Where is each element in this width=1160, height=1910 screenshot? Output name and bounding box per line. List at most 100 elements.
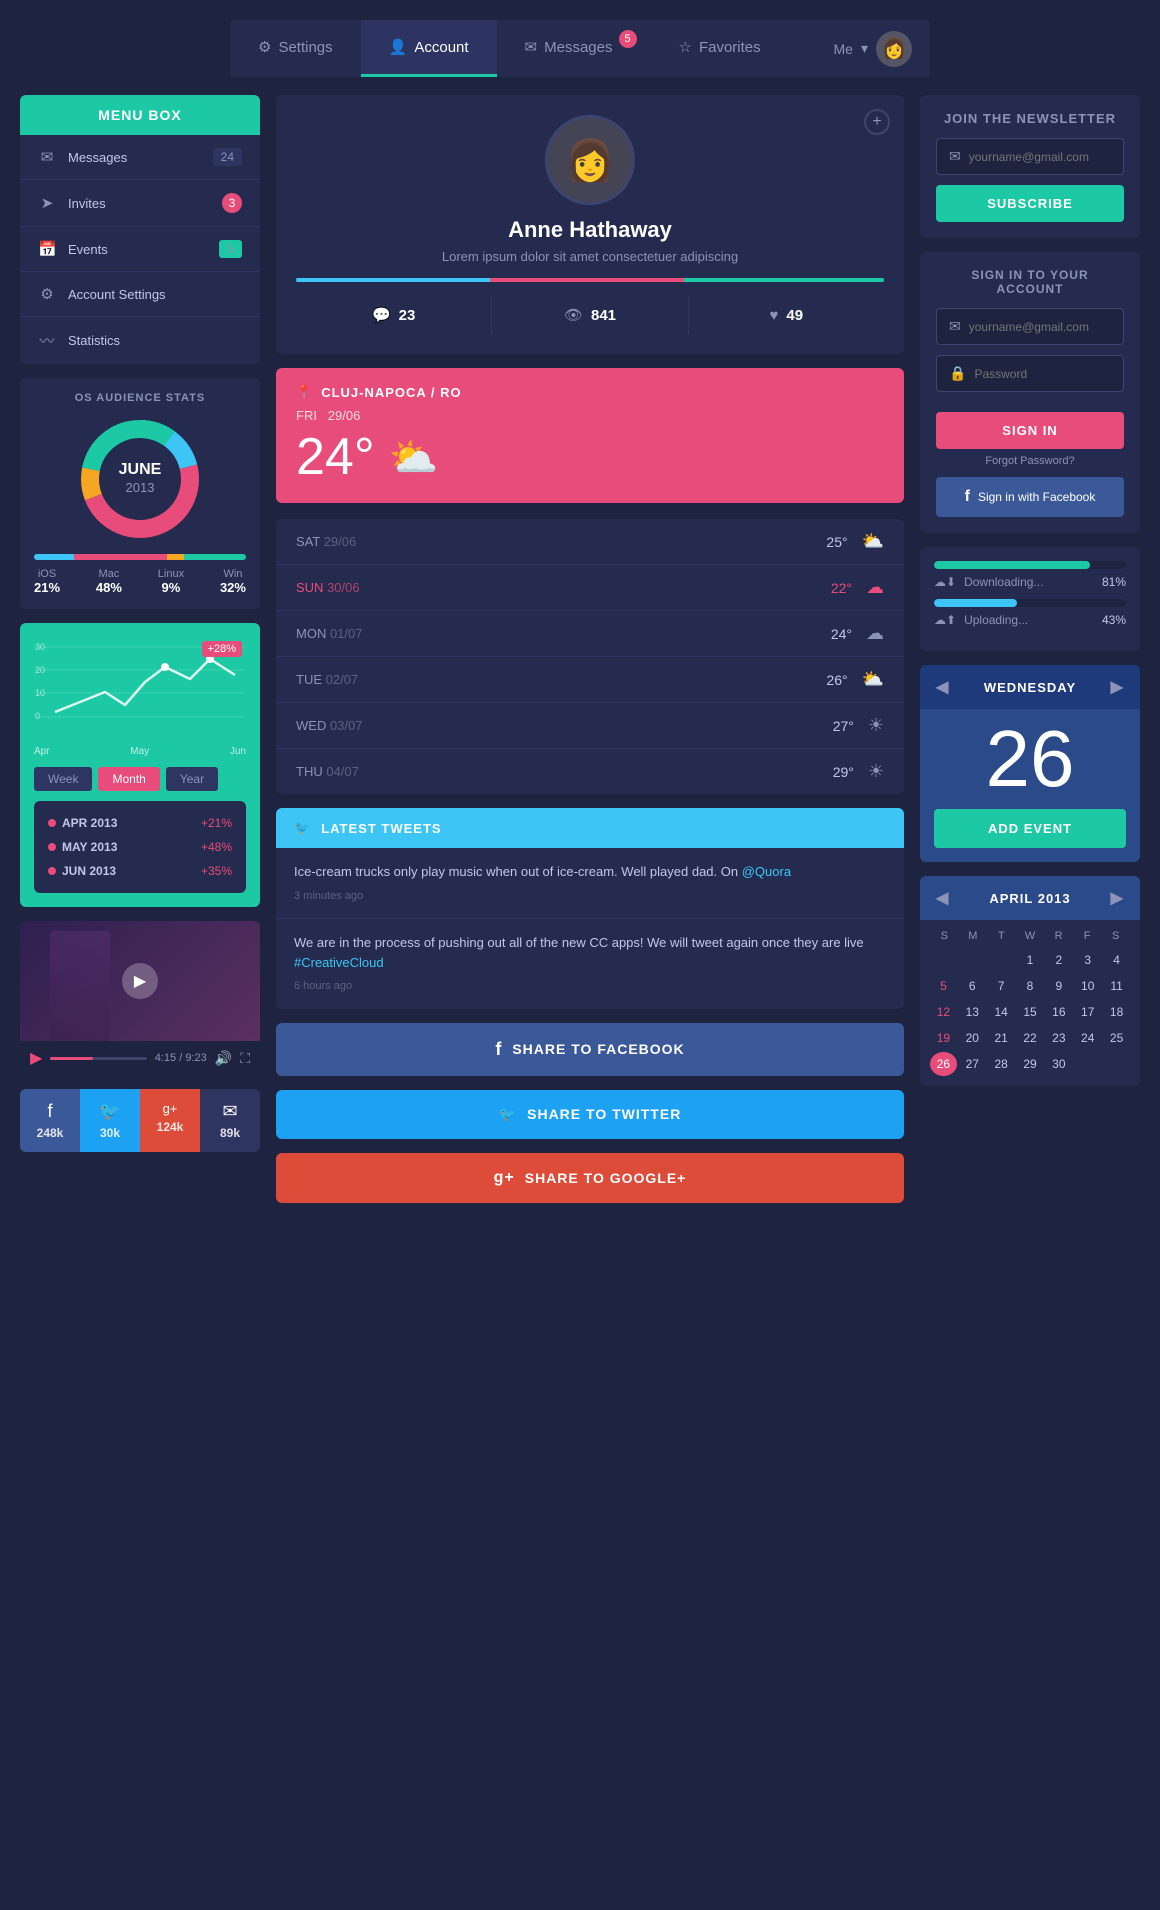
cal-day[interactable]: 16 bbox=[1045, 1000, 1072, 1024]
twitter-share-button[interactable]: 🐦 30k bbox=[80, 1089, 140, 1152]
cal-day[interactable]: 13 bbox=[959, 1000, 986, 1024]
cal-day-name: WEDNESDAY bbox=[984, 680, 1076, 695]
newsletter-title: JOIN THE NEWSLETTER bbox=[936, 111, 1124, 126]
newsletter-email-input[interactable] bbox=[969, 150, 1111, 164]
facebook-signin-label: Sign in with Facebook bbox=[978, 490, 1095, 504]
video-thumbnail: ▶ bbox=[20, 921, 260, 1041]
add-profile-button[interactable]: + bbox=[864, 109, 890, 135]
cal-day[interactable]: 22 bbox=[1017, 1026, 1044, 1050]
menu-item-account-settings[interactable]: ⚙ Account Settings bbox=[20, 272, 260, 317]
cal-day[interactable]: 27 bbox=[959, 1052, 986, 1076]
cal-day[interactable]: 17 bbox=[1074, 1000, 1101, 1024]
cal-day[interactable]: 12 bbox=[930, 1000, 957, 1024]
cal-day[interactable]: 7 bbox=[988, 974, 1015, 998]
add-event-button[interactable]: ADD EVENT bbox=[934, 809, 1126, 848]
tab-year[interactable]: Year bbox=[166, 767, 218, 791]
cal-day[interactable]: 9 bbox=[1045, 974, 1072, 998]
cal-day[interactable]: 30 bbox=[1045, 1052, 1072, 1076]
play-button[interactable]: ▶ bbox=[122, 963, 158, 999]
cal-day[interactable]: 19 bbox=[930, 1026, 957, 1050]
upload-label: Uploading... bbox=[964, 613, 1028, 627]
cal-day[interactable]: 20 bbox=[959, 1026, 986, 1050]
nav-messages-label: Messages bbox=[544, 39, 612, 56]
googleplus-share-button[interactable]: g+ 124k bbox=[140, 1089, 200, 1152]
cal-day[interactable]: 11 bbox=[1103, 974, 1130, 998]
cal-day[interactable]: 6 bbox=[959, 974, 986, 998]
tab-month[interactable]: Month bbox=[98, 767, 159, 791]
user-menu[interactable]: Me ▾ 👩 bbox=[816, 20, 930, 77]
menu-item-statistics[interactable]: 〰 Statistics bbox=[20, 317, 260, 364]
svg-text:JUNE: JUNE bbox=[119, 461, 162, 478]
cal-day[interactable]: 10 bbox=[1074, 974, 1101, 998]
cal-day[interactable]: 5 bbox=[930, 974, 957, 998]
download-info: ☁⬇ Downloading... 81% bbox=[934, 575, 1126, 589]
menu-item-invites[interactable]: ➤ Invites 3 bbox=[20, 180, 260, 227]
twitter-count: 30k bbox=[100, 1126, 120, 1140]
signin-email-field[interactable]: ✉ bbox=[936, 308, 1124, 345]
forgot-password-link[interactable]: Forgot Password? bbox=[936, 455, 1124, 467]
mini-cal-prev-button[interactable]: ◀ bbox=[936, 888, 949, 908]
tweet-time-2: 6 hours ago bbox=[294, 978, 886, 995]
nav-settings[interactable]: ⚙ Settings bbox=[230, 20, 361, 77]
newsletter-email-field[interactable]: ✉ bbox=[936, 138, 1124, 175]
menu-item-messages[interactable]: ✉ Messages 24 bbox=[20, 135, 260, 180]
weather-icon-sat: ⛅ bbox=[862, 531, 884, 552]
mac-bar bbox=[74, 554, 167, 560]
cal-day[interactable]: 21 bbox=[988, 1026, 1015, 1050]
subscribe-button[interactable]: SUBSCRIBE bbox=[936, 185, 1124, 222]
weather-forecast: SAT 29/06 25° ⛅ SUN 30/06 22° ☁ MON 01/0… bbox=[276, 519, 904, 794]
cal-day[interactable]: 24 bbox=[1074, 1026, 1101, 1050]
cal-day[interactable]: 8 bbox=[1017, 974, 1044, 998]
eye-icon: 👁 bbox=[564, 306, 583, 324]
cal-day[interactable]: 23 bbox=[1045, 1026, 1072, 1050]
volume-icon[interactable]: 🔊 bbox=[215, 1050, 232, 1067]
cal-day[interactable]: 3 bbox=[1074, 948, 1101, 972]
cal-day[interactable]: 29 bbox=[1017, 1052, 1044, 1076]
nav-account[interactable]: 👤 Account bbox=[361, 20, 497, 77]
share-twitter-button[interactable]: 🐦 SHARE TO TWITTER bbox=[276, 1090, 904, 1139]
signin-password-field[interactable]: 🔒 bbox=[936, 355, 1124, 392]
os-stats-widget: OS AUDIENCE STATS JUNE 2013 bbox=[20, 378, 260, 609]
cal-day[interactable]: 26 bbox=[930, 1052, 957, 1076]
video-time: 4:15 / 9:23 bbox=[155, 1052, 207, 1064]
cal-day[interactable]: 4 bbox=[1103, 948, 1130, 972]
stat-apr-value: +21% bbox=[201, 816, 232, 830]
cal-day[interactable]: 25 bbox=[1103, 1026, 1130, 1050]
nav-favorites[interactable]: ☆ Favorites bbox=[651, 20, 789, 77]
nav-messages[interactable]: ✉ Messages 5 bbox=[497, 20, 651, 77]
cal-day[interactable]: 15 bbox=[1017, 1000, 1044, 1024]
cal-day-prev-button[interactable]: ◀ bbox=[936, 677, 949, 697]
weather-icon-tue: ⛅ bbox=[862, 669, 884, 690]
win-name: Win bbox=[223, 568, 242, 580]
weather-row-mon: MON 01/07 24° ☁ bbox=[276, 611, 904, 657]
weather-temp-sun: 22° bbox=[831, 580, 852, 596]
signin-password-input[interactable] bbox=[974, 367, 1111, 381]
tweet-link-2[interactable]: #CreativeCloud bbox=[294, 955, 384, 970]
cal-day bbox=[959, 948, 986, 972]
facebook-signin-button[interactable]: f Sign in with Facebook bbox=[936, 477, 1124, 517]
transfer-widget: ☁⬇ Downloading... 81% ☁⬆ Uploading... 43… bbox=[920, 547, 1140, 651]
email-share-button[interactable]: ✉ 89k bbox=[200, 1089, 260, 1152]
menu-item-events[interactable]: 📅 Events 5 bbox=[20, 227, 260, 272]
share-facebook-button[interactable]: f SHARE TO FACEBOOK bbox=[276, 1023, 904, 1076]
cal-day[interactable]: 14 bbox=[988, 1000, 1015, 1024]
share-googleplus-button[interactable]: g+ SHARE TO GOOGLE+ bbox=[276, 1153, 904, 1203]
signin-button[interactable]: SIGN IN bbox=[936, 412, 1124, 449]
mini-cal-next-button[interactable]: ▶ bbox=[1111, 888, 1124, 908]
tweet-link-1[interactable]: @Quora bbox=[742, 864, 791, 879]
facebook-share-button[interactable]: f 248k bbox=[20, 1089, 80, 1152]
signin-email-input[interactable] bbox=[969, 320, 1111, 334]
video-progress-bar[interactable] bbox=[50, 1057, 146, 1060]
cal-day[interactable]: 18 bbox=[1103, 1000, 1130, 1024]
svg-text:20: 20 bbox=[35, 665, 45, 675]
cal-day[interactable]: 28 bbox=[988, 1052, 1015, 1076]
mini-cal-header: ◀ APRIL 2013 ▶ bbox=[920, 876, 1140, 920]
tab-week[interactable]: Week bbox=[34, 767, 92, 791]
cal-day[interactable]: 2 bbox=[1045, 948, 1072, 972]
cal-day-next-button[interactable]: ▶ bbox=[1111, 677, 1124, 697]
cal-day[interactable]: 1 bbox=[1017, 948, 1044, 972]
newsletter-widget: JOIN THE NEWSLETTER ✉ SUBSCRIBE bbox=[920, 95, 1140, 238]
play-control-icon[interactable]: ▶ bbox=[30, 1048, 42, 1068]
win-label: Win 32% bbox=[220, 568, 246, 595]
fullscreen-icon[interactable]: ⛶ bbox=[240, 1050, 250, 1067]
